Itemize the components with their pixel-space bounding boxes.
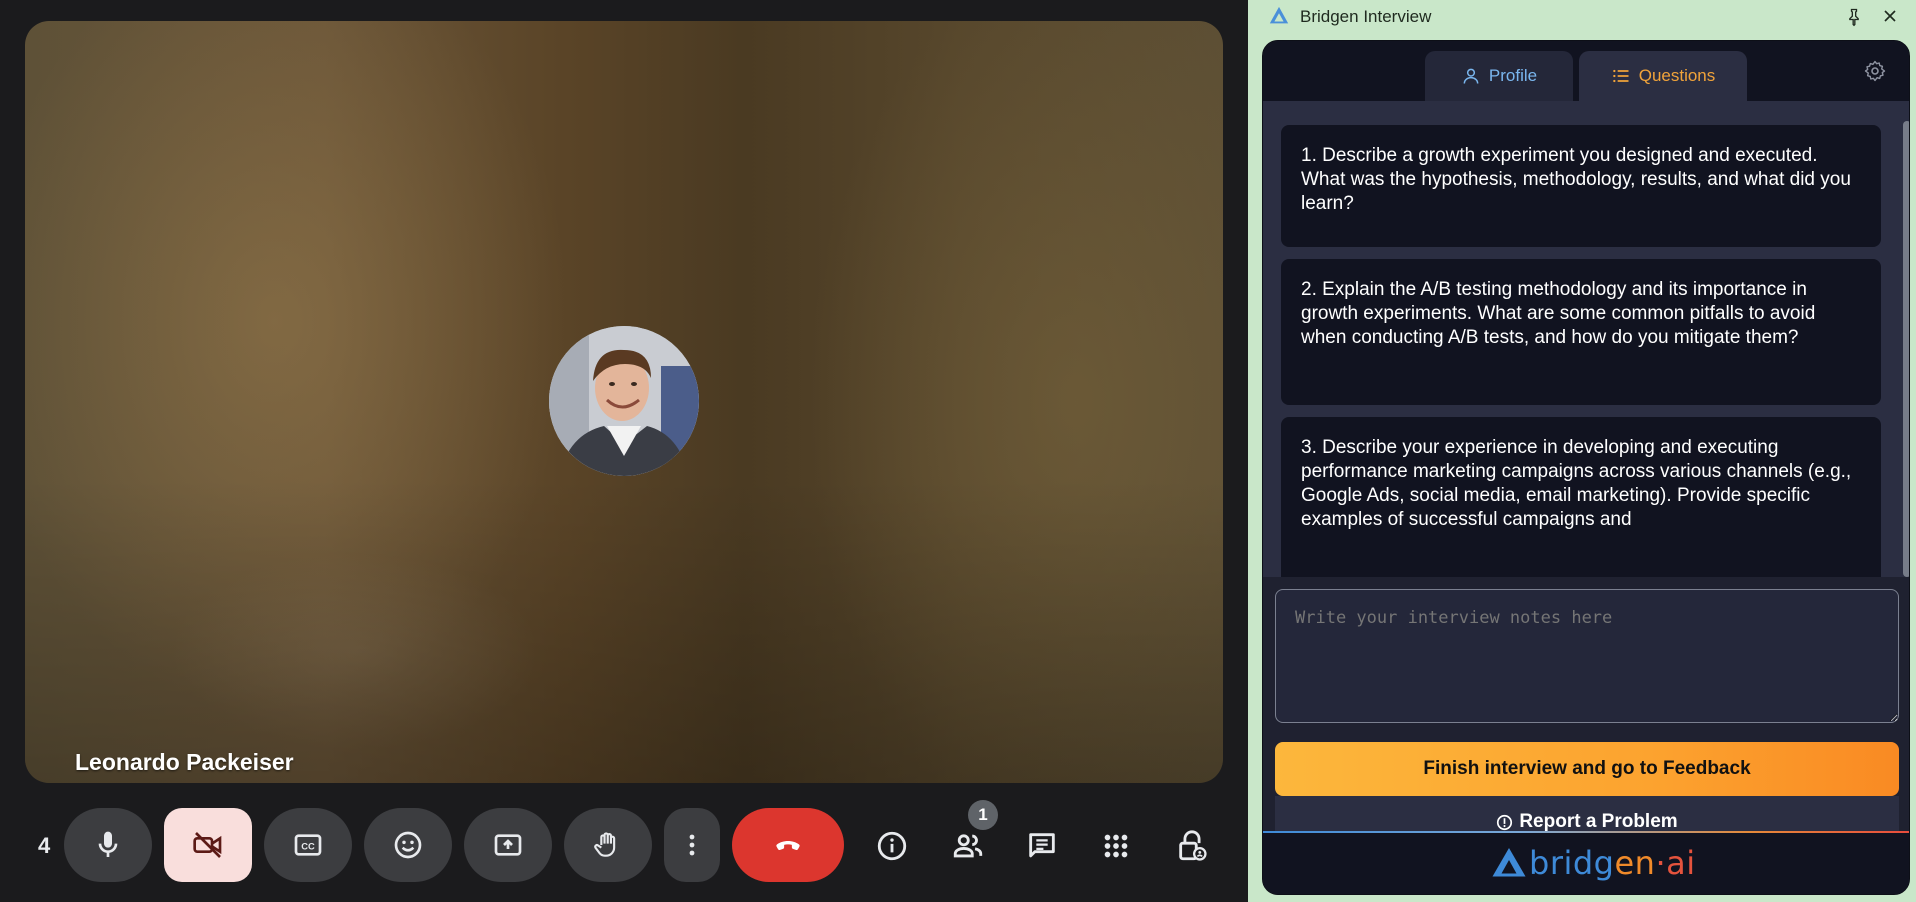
tab-bar: Profile Questions — [1263, 41, 1909, 101]
participant-name-label: Leonardo Packeiser — [75, 749, 294, 775]
scrollbar-thumb[interactable] — [1903, 121, 1909, 577]
list-icon — [1612, 69, 1629, 83]
microphone-icon — [98, 831, 118, 857]
footer: bridgen·ai — [1263, 833, 1909, 894]
question-card: 2. Explain the A/B testing methodology a… — [1281, 259, 1881, 405]
participants-count-badge: 1 — [968, 800, 998, 830]
meeting-info-button[interactable] — [864, 818, 920, 874]
host-controls-button[interactable] — [1164, 818, 1220, 874]
hand-icon — [594, 832, 616, 857]
pin-icon[interactable] — [1844, 7, 1864, 27]
more-vert-icon — [689, 834, 695, 856]
chat-button[interactable] — [1014, 818, 1070, 874]
bridgen-brand-logo: bridgen·ai — [1491, 841, 1696, 885]
chat-icon — [1029, 833, 1055, 858]
tab-profile-label: Profile — [1488, 66, 1538, 85]
tab-profile[interactable]: Profile — [1425, 51, 1573, 101]
brand-part-3: ·ai — [1655, 844, 1696, 882]
camera-off-icon — [193, 832, 222, 858]
brand-part-2: en — [1614, 844, 1656, 882]
info-icon — [877, 831, 907, 861]
raise-hand-button[interactable] — [564, 808, 652, 882]
question-text: 3. Describe your experience in developin… — [1301, 437, 1852, 530]
question-card: 1. Describe a growth experiment you desi… — [1281, 125, 1881, 247]
present-screen-icon — [494, 834, 522, 856]
more-options-button[interactable] — [664, 808, 720, 882]
participant-avatar — [549, 326, 699, 476]
report-problem-label: Report a Problem — [1519, 811, 1678, 832]
captions-button[interactable]: CC — [264, 808, 352, 882]
bridgen-logo-icon — [1269, 6, 1289, 24]
brand-wordmark: bridgen·ai — [1529, 844, 1696, 882]
lock-person-icon — [1179, 830, 1207, 861]
interview-panel: Profile Questions 1. Describe a growth e… — [1262, 40, 1910, 895]
bridgen-mark-icon — [1492, 848, 1526, 877]
participant-tile: Leonardo Packeiser — [25, 21, 1223, 783]
gear-icon[interactable] — [1863, 59, 1887, 83]
tab-questions[interactable]: Questions — [1579, 51, 1747, 101]
close-icon[interactable] — [1880, 6, 1900, 26]
call-end-icon — [776, 841, 800, 851]
bridgen-window: Bridgen Interview Profile Questions 1. D… — [1248, 0, 1916, 902]
alert-circle-icon — [1497, 814, 1513, 830]
call-controls-bar: 4 CC 1 — [0, 800, 1248, 890]
clock-display: 4 — [38, 833, 51, 858]
meet-area: Leonardo Packeiser 4 CC 1 — [0, 0, 1248, 902]
people-icon — [953, 834, 983, 858]
question-text: 2. Explain the A/B testing methodology a… — [1301, 279, 1816, 348]
reactions-button[interactable] — [364, 808, 452, 882]
finish-interview-button[interactable]: Finish interview and go to Feedback — [1275, 742, 1899, 796]
microphone-button[interactable] — [64, 808, 152, 882]
user-icon — [1463, 68, 1479, 84]
window-titlebar: Bridgen Interview — [1248, 0, 1916, 34]
apps-grid-icon — [1104, 834, 1128, 858]
question-card: 3. Describe your experience in developin… — [1281, 417, 1881, 577]
leave-call-button[interactable] — [732, 808, 844, 882]
window-title: Bridgen Interview — [1300, 7, 1432, 26]
tab-questions-label: Questions — [1638, 66, 1716, 85]
question-text: 1. Describe a growth experiment you desi… — [1301, 145, 1851, 214]
brand-part-1: bridg — [1529, 844, 1615, 882]
camera-toggle-button[interactable] — [164, 808, 252, 882]
present-button[interactable] — [464, 808, 552, 882]
activities-button[interactable] — [1088, 818, 1144, 874]
svg-text:CC: CC — [301, 842, 315, 852]
closed-captions-icon: CC — [294, 834, 322, 856]
interview-notes-input[interactable] — [1275, 589, 1899, 723]
emoji-icon — [394, 831, 422, 859]
